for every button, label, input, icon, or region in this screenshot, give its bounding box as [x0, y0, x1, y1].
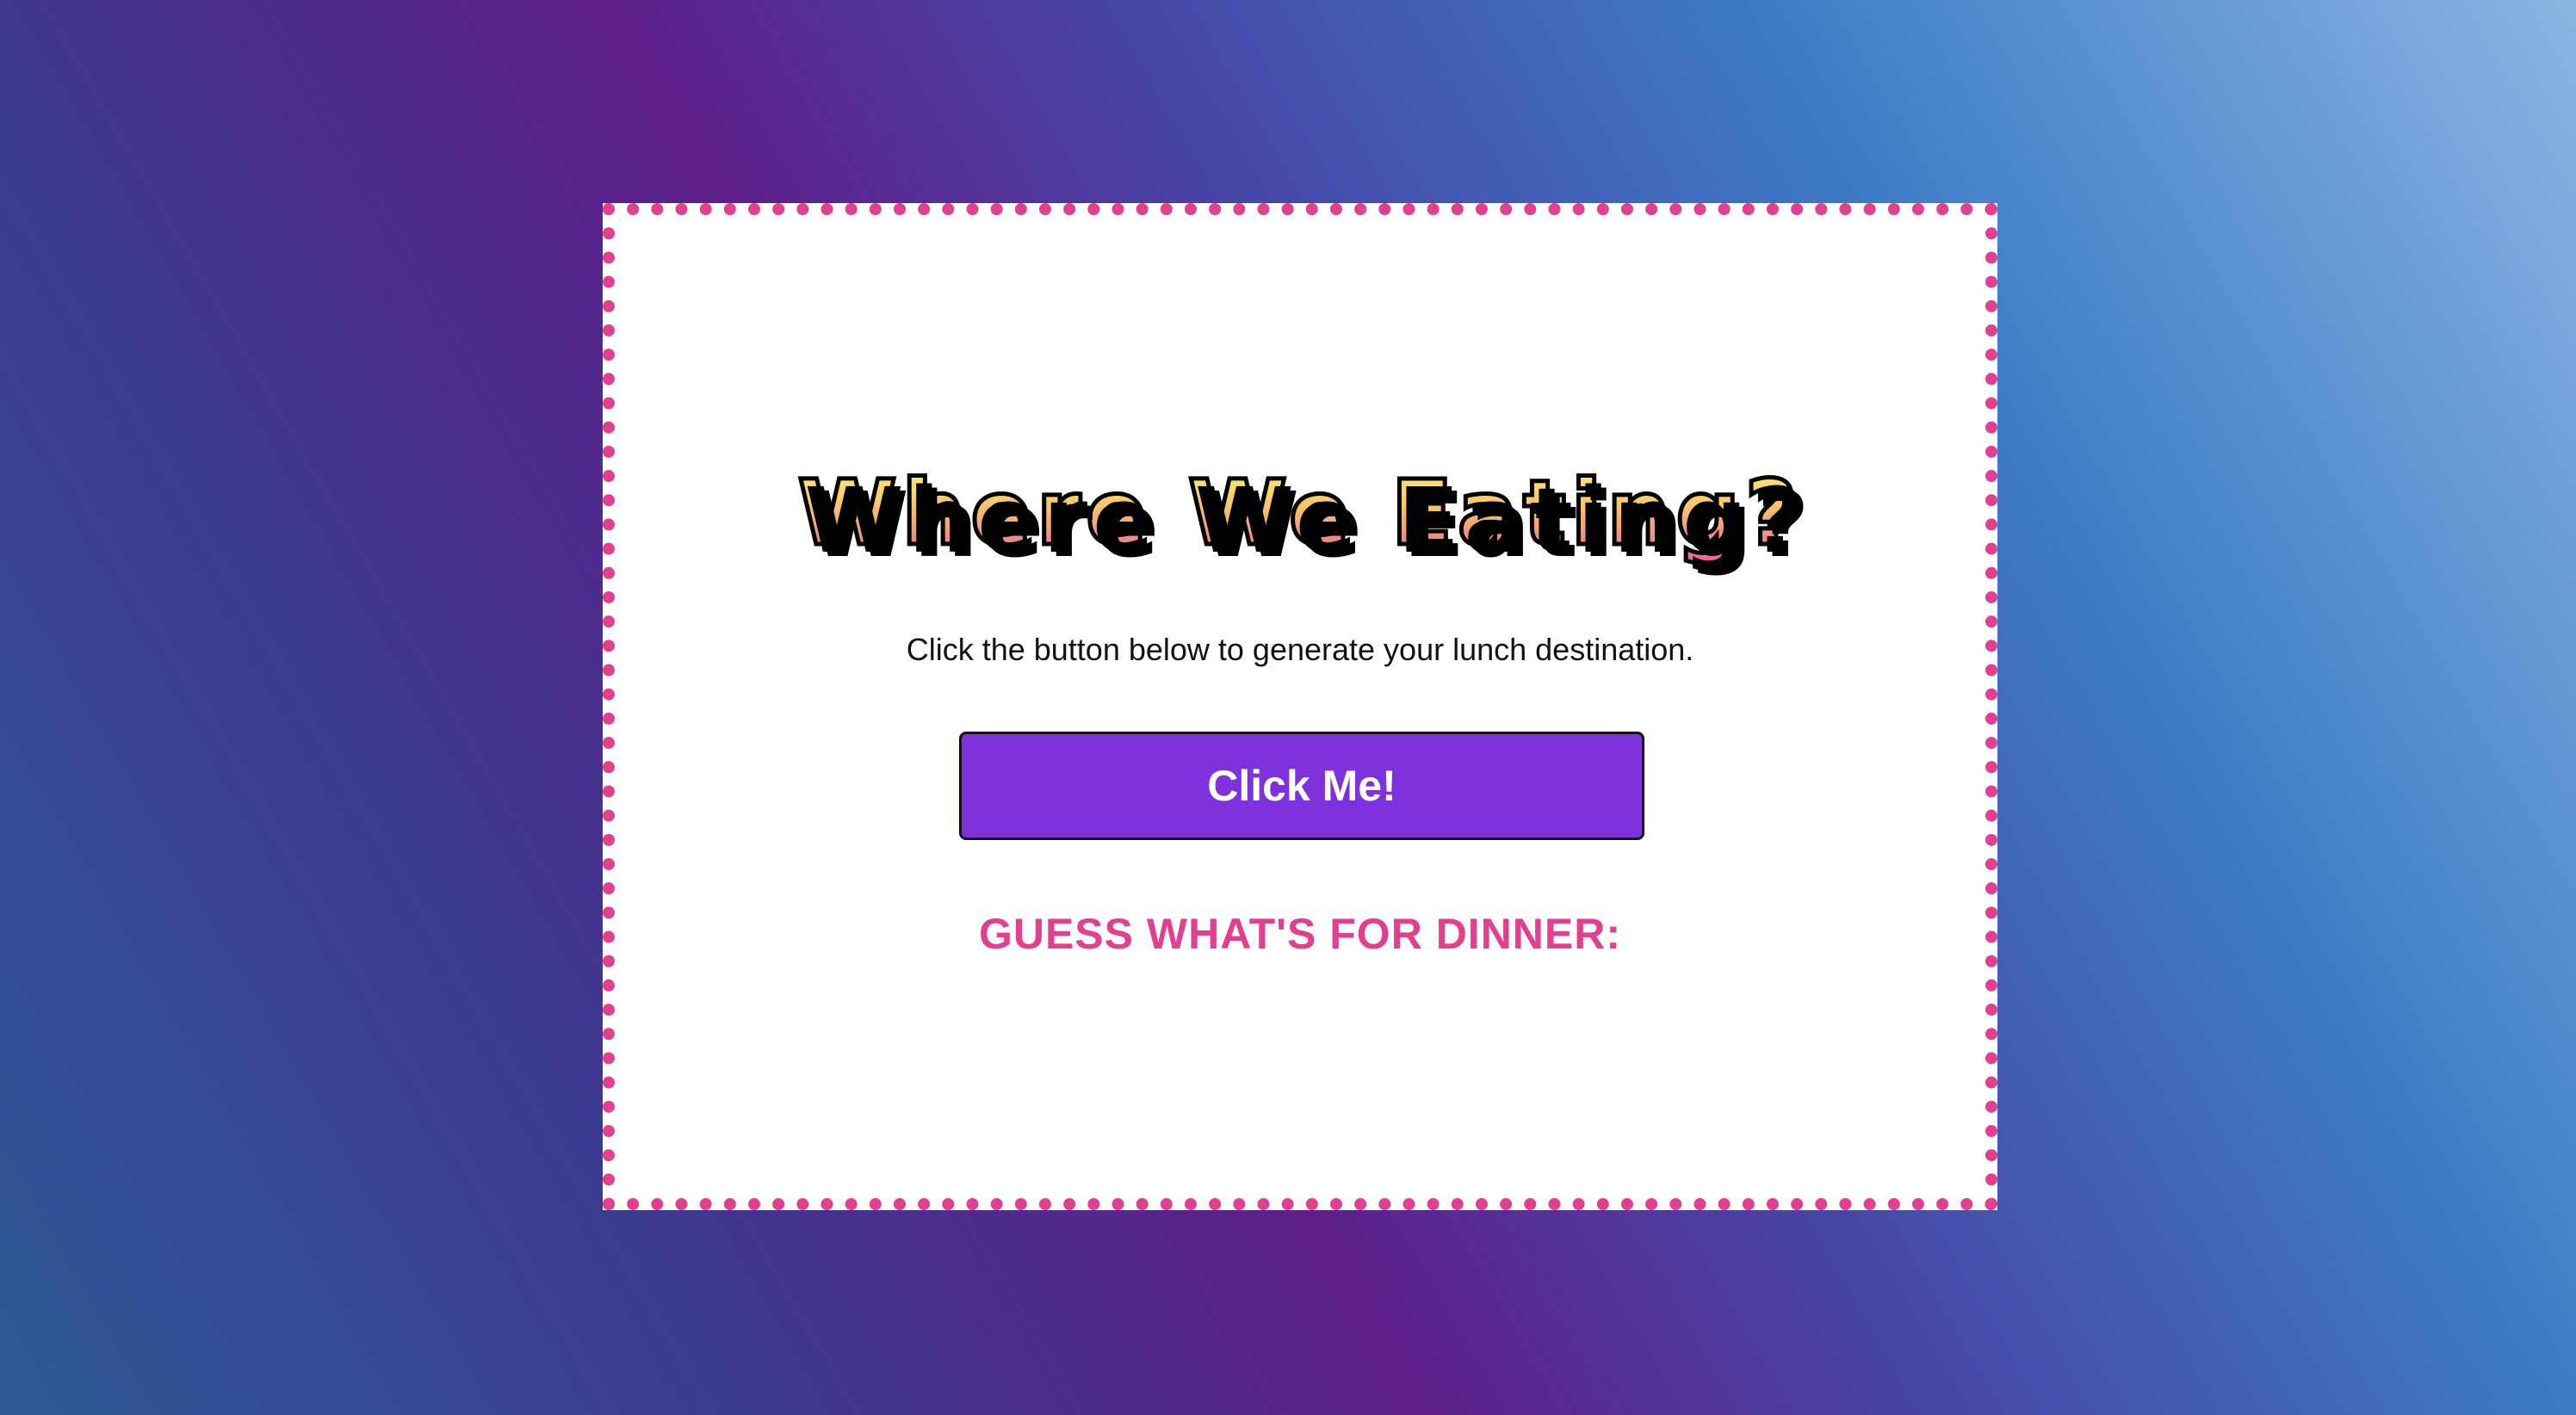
page-title-text: Where We Eating?: [796, 460, 1803, 565]
generate-button[interactable]: Click Me!: [959, 732, 1644, 840]
main-card: Where We Eating? Click the button below …: [603, 203, 1997, 1210]
result-heading: GUESS WHAT'S FOR DINNER:: [978, 910, 1622, 958]
instructions-text: Click the button below to generate your …: [906, 632, 1694, 667]
page-title: Where We Eating?: [615, 464, 1985, 562]
